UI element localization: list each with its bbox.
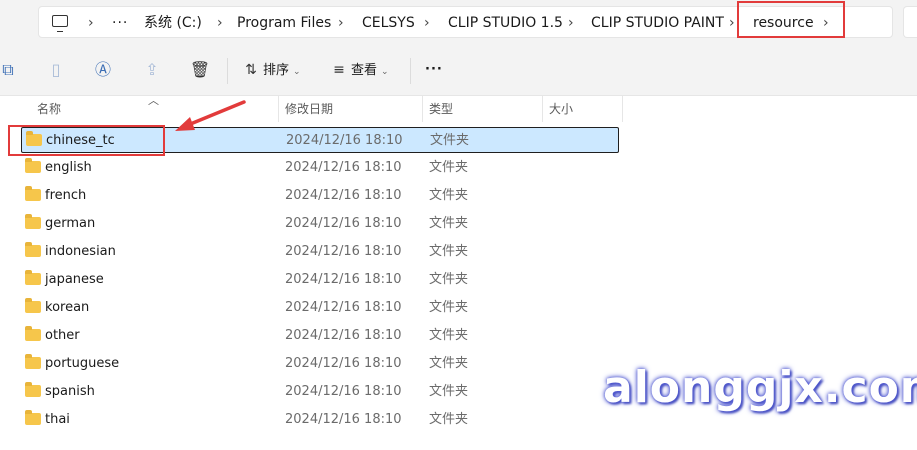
watermark: alonggjx.com bbox=[603, 362, 917, 413]
